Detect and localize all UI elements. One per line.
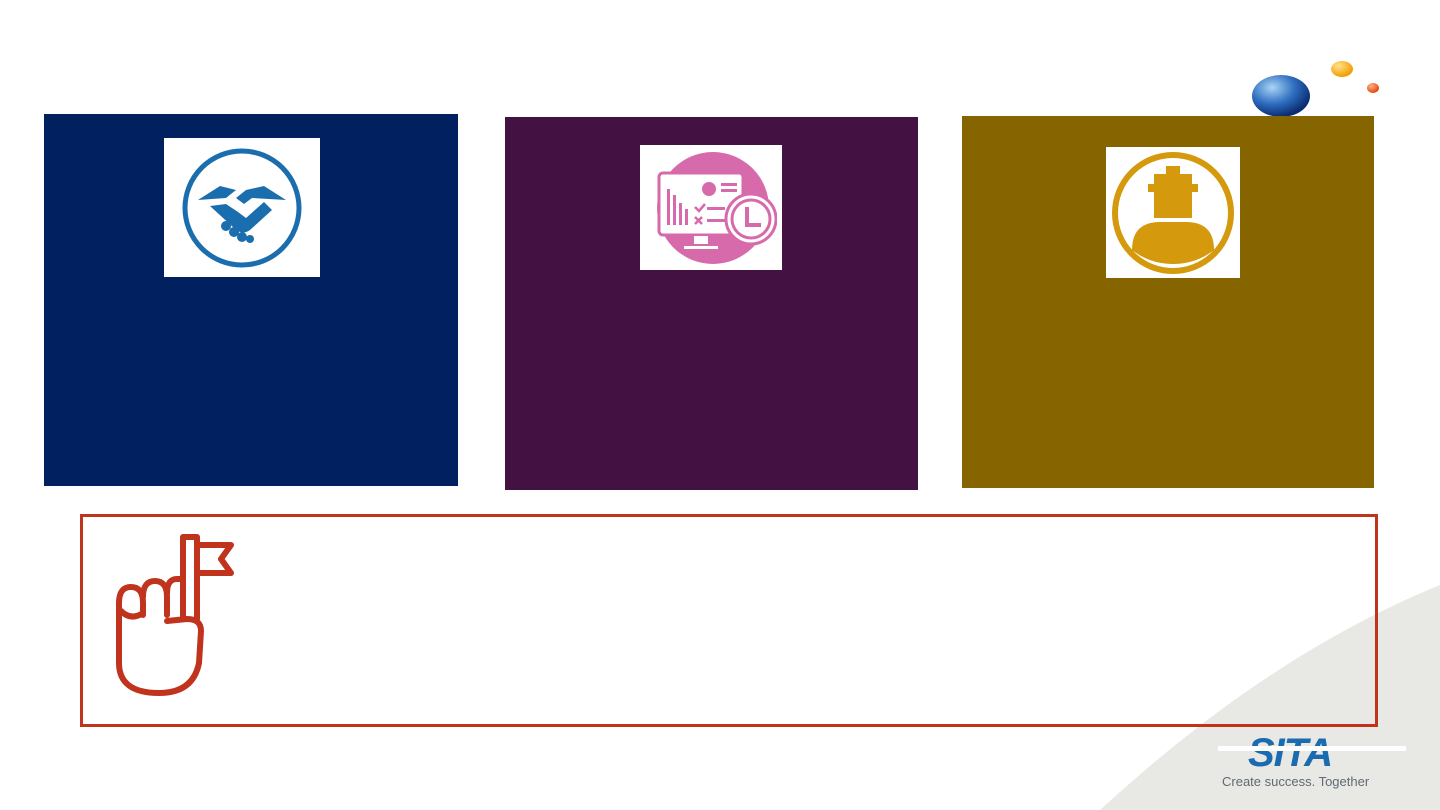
person-icon: [1112, 151, 1234, 274]
sita-logo: SITA Create success. Together: [1218, 732, 1414, 792]
reminder-finger-icon: [116, 534, 234, 696]
decorative-orbs: [1252, 61, 1379, 117]
card-icon-box: [164, 138, 320, 277]
card-monitoring: [505, 117, 918, 490]
card-partnership: [44, 114, 458, 486]
card-people: [962, 116, 1374, 488]
card-icon-box: [1106, 147, 1240, 278]
svg-text:SITA: SITA: [1248, 732, 1332, 772]
handshake-icon: [182, 148, 302, 267]
sita-wordmark: SITA: [1218, 732, 1406, 772]
card-icon-box: [640, 145, 782, 270]
reminder-note-box: [80, 514, 1378, 727]
brand-tagline: Create success. Together: [1222, 774, 1370, 789]
dashboard-clock-icon: [657, 151, 777, 264]
